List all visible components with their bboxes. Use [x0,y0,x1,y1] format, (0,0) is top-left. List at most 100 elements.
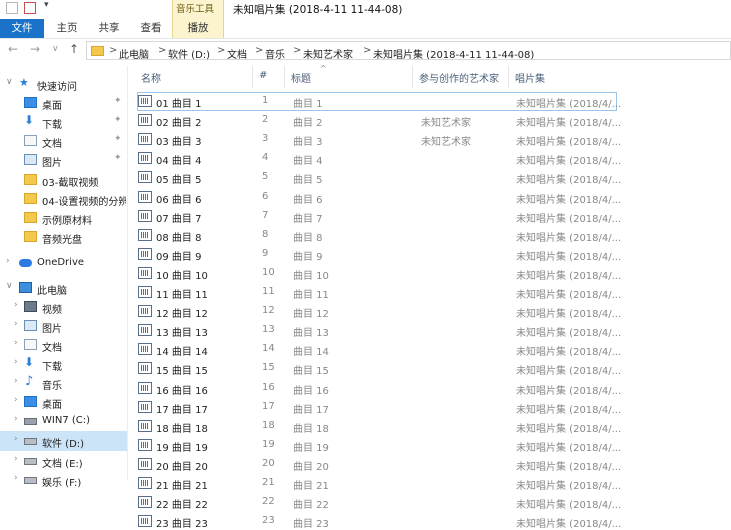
file-row[interactable]: 03 曲目 3 3 曲目 3 未知艺术家 未知唱片集 (2018/4/... [138,131,621,148]
nav-pc-desktop[interactable]: › 桌面 [0,392,127,412]
column-divider[interactable] [252,66,253,88]
nav-pc-music[interactable]: › ♪ 音乐 [0,373,127,393]
expand-chevron-icon[interactable]: › [14,376,18,386]
tab-file[interactable]: 文件 [0,19,44,38]
nav-onedrive[interactable]: › OneDrive [0,253,127,273]
file-row[interactable]: 10 曲目 10 10 曲目 10 未知唱片集 (2018/4/... [138,265,621,282]
download-icon: ⬇ [24,113,35,127]
file-row[interactable]: 22 曲目 22 22 曲目 22 未知唱片集 (2018/4/... [138,494,621,511]
expand-chevron-icon[interactable]: › [14,414,18,424]
nav-pc-drive-c[interactable]: › WIN7 (C:) [0,411,127,431]
crumb-documents[interactable]: 文档 [227,46,247,61]
audio-file-icon [138,171,152,184]
nav-item-pictures[interactable]: 图片 ✦ [0,150,127,170]
tab-view[interactable]: 查看 [136,19,166,38]
nav-item-audio-cd[interactable]: 音频光盘 [0,227,127,247]
nav-item-folder-03[interactable]: 03-截取视频 [0,170,127,190]
file-row[interactable]: 11 曲目 11 11 曲目 11 未知唱片集 (2018/4/... [138,284,621,301]
crumb-unknown-artist[interactable]: 未知艺术家 [303,46,353,61]
file-name: 01 曲目 1 [156,99,202,110]
nav-pc-drive-d[interactable]: › 软件 (D:) [0,431,127,451]
folder-icon [24,193,37,204]
nav-pc-drive-f[interactable]: › 娱乐 (F:) [0,470,127,490]
file-row[interactable]: 18 曲目 18 18 曲目 18 未知唱片集 (2018/4/... [138,418,621,435]
expand-chevron-icon[interactable]: ∨ [6,77,13,87]
expand-chevron-icon[interactable]: › [14,300,18,310]
nav-pc-drive-e[interactable]: › 文档 (E:) [0,451,127,471]
expand-chevron-icon[interactable]: › [14,357,18,367]
file-row[interactable]: 21 曲目 21 21 曲目 21 未知唱片集 (2018/4/... [138,475,621,492]
crumb-separator: > [293,45,302,56]
address-bar[interactable]: > 此电脑 > 软件 (D:) > 文档 > 音乐 > 未知艺术家 > 未知唱片… [86,41,731,61]
document-icon [24,135,37,146]
column-header-number[interactable]: # [259,70,267,81]
crumb-music[interactable]: 音乐 [265,46,285,61]
qat-dropdown-icon[interactable]: ▾ [44,0,49,10]
file-row[interactable]: 15 曲目 15 15 曲目 15 未知唱片集 (2018/4/... [138,360,621,377]
file-row[interactable]: 05 曲目 5 5 曲目 5 未知唱片集 (2018/4/... [138,169,621,186]
file-row[interactable]: 09 曲目 9 9 曲目 9 未知唱片集 (2018/4/... [138,246,621,263]
file-row[interactable]: 17 曲目 17 17 曲目 17 未知唱片集 (2018/4/... [138,399,621,416]
track-title: 曲目 11 [293,290,329,301]
track-album: 未知唱片集 (2018/4/... [516,309,622,321]
column-header-album[interactable]: 唱片集 [515,70,545,85]
file-row[interactable]: 13 曲目 13 13 曲目 13 未知唱片集 (2018/4/... [138,322,621,339]
expand-chevron-icon[interactable]: › [14,434,18,444]
expand-chevron-icon[interactable]: › [14,395,18,405]
crumb-this-pc[interactable]: 此电脑 [119,46,149,61]
file-row[interactable]: 04 曲目 4 4 曲目 4 未知唱片集 (2018/4/... [138,150,621,167]
track-album: 未知唱片集 (2018/4/... [516,213,622,225]
nav-quick-access[interactable]: ∨ ★ 快速访问 [0,74,127,94]
file-row[interactable]: 08 曲目 8 8 曲目 8 未知唱片集 (2018/4/... [138,227,621,244]
track-album: 未知唱片集 (2018/4/... [516,347,622,359]
column-divider[interactable] [508,66,509,88]
nav-item-folder-04[interactable]: 04-设置视频的分辨 [0,189,127,209]
audio-file-icon [138,362,152,375]
up-arrow-icon[interactable]: ↑ [69,42,79,56]
file-row[interactable]: 01 曲目 1 1 曲目 1 未知唱片集 (2018/4/... [137,92,621,111]
expand-chevron-icon[interactable]: › [14,473,18,483]
file-row[interactable]: 12 曲目 12 12 曲目 12 未知唱片集 (2018/4/... [138,303,622,321]
column-header-title[interactable]: 标题 [291,70,311,85]
expand-chevron-icon[interactable]: ∨ [6,281,13,291]
tab-play[interactable]: 播放 [176,19,220,38]
nav-item-desktop[interactable]: 桌面 ✦ [0,93,127,113]
tab-home[interactable]: 主页 [52,19,82,38]
file-row[interactable]: 07 曲目 7 7 曲目 7 未知唱片集 (2018/4/... [138,208,622,225]
file-name: 07 曲目 7 [156,213,202,225]
file-row[interactable]: 20 曲目 20 20 曲目 20 未知唱片集 (2018/4/... [138,456,621,473]
crumb-album[interactable]: 未知唱片集 (2018-4-11 11-44-08) [373,46,534,61]
file-row[interactable]: 23 曲目 23 23 曲目 23 未知唱片集 (2018/4/... [138,513,621,530]
nav-item-documents[interactable]: 文档 ✦ [0,131,127,151]
expand-chevron-icon[interactable]: › [14,338,18,348]
column-header-name[interactable]: 名称 [141,70,161,85]
expand-chevron-icon[interactable]: › [14,454,18,464]
nav-pc-videos[interactable]: › 视频 [0,297,127,317]
nav-this-pc[interactable]: ∨ 此电脑 [0,278,127,298]
expand-chevron-icon[interactable]: › [6,256,10,266]
nav-pc-documents[interactable]: › 文档 [0,335,127,355]
nav-label: 文档 (E:) [42,459,83,470]
file-row[interactable]: 14 曲目 14 14 曲目 14 未知唱片集 (2018/4/... [138,341,622,359]
expand-chevron-icon[interactable]: › [14,319,18,329]
column-divider[interactable] [284,66,285,88]
nav-item-downloads[interactable]: ⬇ 下载 ✦ [0,112,127,132]
column-header-artists[interactable]: 参与创作的艺术家 [419,70,499,85]
file-row[interactable]: 16 曲目 16 16 曲目 16 未知唱片集 (2018/4/... [138,380,621,397]
checkbox-icon[interactable] [24,2,36,14]
recent-chevron-icon[interactable]: ∨ [52,44,59,54]
tab-share[interactable]: 共享 [94,19,124,38]
properties-icon[interactable] [6,2,18,14]
audio-file-icon [138,247,152,260]
nav-item-sample-materials[interactable]: 示例原材料 [0,208,127,228]
nav-pc-pictures[interactable]: › 图片 [0,316,127,336]
forward-arrow-icon[interactable]: → [30,42,40,56]
crumb-drive-d[interactable]: 软件 (D:) [168,46,210,61]
audio-file-icon [138,477,152,489]
nav-pc-downloads[interactable]: › ⬇ 下载 [0,354,127,374]
file-row[interactable]: 02 曲目 2 2 曲目 2 未知艺术家 未知唱片集 (2018/4/... [138,112,621,129]
column-divider[interactable] [412,66,413,88]
back-arrow-icon[interactable]: ← [8,42,18,56]
file-row[interactable]: 06 曲目 6 6 曲目 6 未知唱片集 (2018/4/... [138,189,621,206]
file-row[interactable]: 19 曲目 19 19 曲目 19 未知唱片集 (2018/4/... [138,437,621,454]
